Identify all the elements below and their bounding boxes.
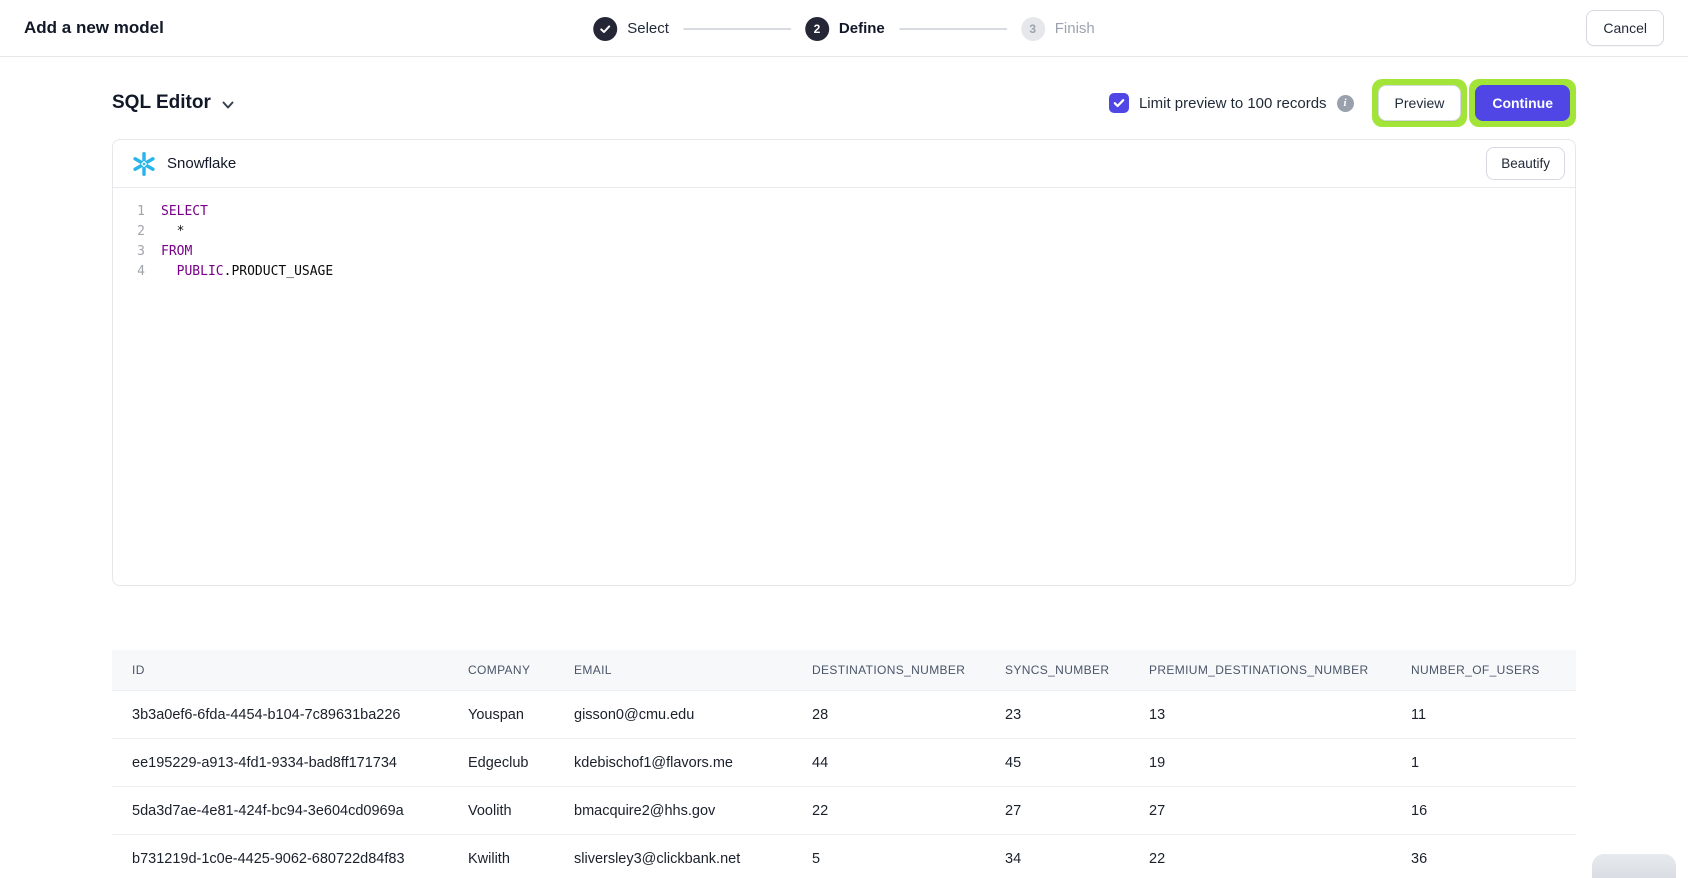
info-icon[interactable]: i (1337, 95, 1354, 112)
wizard-stepper: Select 2 Define 3 Finish (593, 0, 1095, 57)
table-cell: Kwilith (448, 851, 554, 867)
model-toolbar: SQL Editor Limit preview to 100 records … (112, 79, 1576, 127)
column-header: EMAIL (554, 663, 792, 677)
table-body: 3b3a0ef6-6fda-4454-b104-7c89631ba226Yous… (112, 691, 1576, 878)
step-label: Select (627, 20, 669, 37)
cancel-button[interactable]: Cancel (1586, 10, 1664, 46)
column-header: ID (112, 663, 448, 677)
preview-button[interactable]: Preview (1378, 85, 1462, 121)
step-check-icon (593, 17, 617, 41)
table-row[interactable]: b731219d-1c0e-4425-9062-680722d84f83Kwil… (112, 835, 1576, 878)
table-cell: 23 (985, 707, 1129, 723)
table-cell: 27 (985, 803, 1129, 819)
beautify-button[interactable]: Beautify (1486, 147, 1565, 181)
code-text: SELECT (161, 202, 208, 222)
source-name: Snowflake (167, 155, 236, 172)
table-row[interactable]: 5da3d7ae-4e81-424f-bc94-3e604cd0969aVool… (112, 787, 1576, 835)
column-header: COMPANY (448, 663, 554, 677)
table-cell: gisson0@cmu.edu (554, 707, 792, 723)
limit-preview-label: Limit preview to 100 records (1139, 95, 1327, 112)
code-line: 1 SELECT (127, 202, 1575, 222)
step-label: Finish (1055, 20, 1095, 37)
table-cell: 5da3d7ae-4e81-424f-bc94-3e604cd0969a (112, 803, 448, 819)
sql-code-editor[interactable]: 1SELECT2 *3FROM4 PUBLIC.PRODUCT_USAGE (113, 188, 1575, 282)
top-bar: Add a new model Select 2 Define 3 Finish Can… (0, 0, 1688, 57)
limit-preview-checkbox[interactable] (1109, 93, 1129, 113)
editor-type-label: SQL Editor (112, 92, 211, 114)
table-cell: 44 (792, 755, 985, 771)
annotation-highlight-preview: Preview (1372, 79, 1468, 127)
table-cell: ee195229-a913-4fd1-9334-bad8ff171734 (112, 755, 448, 771)
line-number: 1 (127, 202, 145, 222)
code-line: 3 FROM (127, 242, 1575, 262)
chevron-down-icon (221, 98, 235, 112)
editor-type-dropdown[interactable]: SQL Editor (112, 92, 235, 114)
step-define: 2 Define (805, 17, 885, 41)
table-cell: 13 (1129, 707, 1391, 723)
table-cell: 11 (1391, 707, 1576, 723)
annotation-highlight-continue: Continue (1469, 79, 1576, 127)
table-cell: 1 (1391, 755, 1576, 771)
code-text: FROM (161, 242, 192, 262)
table-cell: 28 (792, 707, 985, 723)
editor-header: Snowflake Beautify (113, 140, 1575, 188)
step-number: 2 (805, 17, 829, 41)
line-number: 2 (127, 222, 145, 242)
preview-results-table: IDCOMPANYEMAILDESTINATIONS_NUMBERSYNCS_N… (112, 650, 1576, 878)
table-cell: 34 (985, 851, 1129, 867)
table-cell: sliversley3@clickbank.net (554, 851, 792, 867)
table-cell: 3b3a0ef6-6fda-4454-b104-7c89631ba226 (112, 707, 448, 723)
table-cell: 45 (985, 755, 1129, 771)
table-row[interactable]: ee195229-a913-4fd1-9334-bad8ff171734Edge… (112, 739, 1576, 787)
column-header: NUMBER_OF_USERS (1391, 663, 1576, 677)
step-connector (683, 28, 791, 30)
table-cell: 22 (1129, 851, 1391, 867)
step-finish: 3 Finish (1021, 17, 1095, 41)
column-header: SYNCS_NUMBER (985, 663, 1129, 677)
table-cell: kdebischof1@flavors.me (554, 755, 792, 771)
table-header-row: IDCOMPANYEMAILDESTINATIONS_NUMBERSYNCS_N… (112, 650, 1576, 691)
code-text: * (161, 222, 184, 242)
corner-widget (1592, 854, 1676, 878)
snowflake-icon (131, 151, 157, 177)
toolbar-actions: Limit preview to 100 records i Preview C… (1109, 79, 1576, 127)
table-cell: 27 (1129, 803, 1391, 819)
source-badge: Snowflake (131, 151, 236, 177)
table-cell: 36 (1391, 851, 1576, 867)
step-connector (899, 28, 1007, 30)
line-number: 3 (127, 242, 145, 262)
table-cell: 16 (1391, 803, 1576, 819)
continue-button[interactable]: Continue (1475, 85, 1570, 121)
sql-editor-card: Snowflake Beautify 1SELECT2 *3FROM4 PUBL… (112, 139, 1576, 586)
step-select: Select (593, 17, 669, 41)
table-cell: bmacquire2@hhs.gov (554, 803, 792, 819)
table-cell: Edgeclub (448, 755, 554, 771)
table-cell: b731219d-1c0e-4425-9062-680722d84f83 (112, 851, 448, 867)
check-icon (1113, 97, 1125, 109)
code-line: 2 * (127, 222, 1575, 242)
line-number: 4 (127, 262, 145, 282)
column-header: PREMIUM_DESTINATIONS_NUMBER (1129, 663, 1391, 677)
page-title: Add a new model (24, 18, 164, 38)
step-number: 3 (1021, 17, 1045, 41)
table-cell: Voolith (448, 803, 554, 819)
table-row[interactable]: 3b3a0ef6-6fda-4454-b104-7c89631ba226Yous… (112, 691, 1576, 739)
step-label: Define (839, 20, 885, 37)
code-text: PUBLIC.PRODUCT_USAGE (161, 262, 333, 282)
table-cell: 5 (792, 851, 985, 867)
main-content: SQL Editor Limit preview to 100 records … (112, 79, 1576, 878)
limit-preview-group: Limit preview to 100 records i (1109, 93, 1354, 113)
column-header: DESTINATIONS_NUMBER (792, 663, 985, 677)
code-line: 4 PUBLIC.PRODUCT_USAGE (127, 262, 1575, 282)
table-cell: 19 (1129, 755, 1391, 771)
table-cell: Youspan (448, 707, 554, 723)
table-cell: 22 (792, 803, 985, 819)
